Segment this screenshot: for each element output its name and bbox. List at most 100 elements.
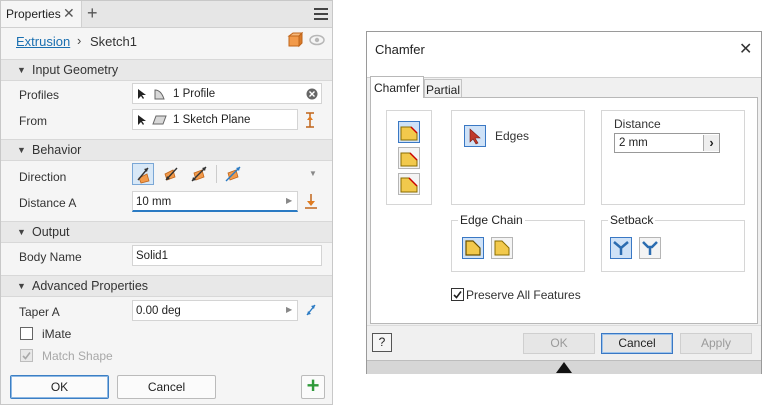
tab-chamfer[interactable]: Chamfer (370, 76, 424, 98)
distance-input[interactable]: 2 mm › (614, 133, 720, 153)
chamfer-distance-icon (400, 126, 418, 141)
taper-flip-icon[interactable] (304, 302, 318, 318)
distance-a-label: Distance A (19, 196, 77, 210)
direction-asymmetric-icon[interactable] (223, 164, 243, 184)
properties-panel: Properties ✕ + Extrusion › Sketch1 ▼ Inp… (0, 0, 333, 405)
taper-a-value: 0.00 deg (136, 305, 181, 317)
close-icon[interactable]: ✕ (63, 5, 75, 22)
body-name-input[interactable]: Solid1 (132, 245, 322, 266)
distance-a-input[interactable]: 10 mm ▶ (132, 191, 298, 212)
edges-select-button[interactable] (464, 125, 486, 147)
chevron-right-icon[interactable]: ▶ (286, 305, 292, 314)
menu-icon[interactable] (314, 8, 328, 20)
preserve-all-features-checkbox[interactable] (451, 288, 464, 301)
setback-vertex-button[interactable] (610, 237, 632, 259)
taper-a-label: Taper A (19, 305, 60, 319)
cursor-icon (138, 89, 146, 99)
distance-arrow-button[interactable]: › (703, 135, 719, 151)
divider (216, 165, 217, 183)
collapse-arrow-icon: ▼ (17, 281, 26, 291)
dialog-title: Chamfer (375, 42, 425, 57)
help-button[interactable]: ? (372, 333, 392, 352)
dialog-footer: ? OK Cancel Apply (367, 325, 761, 361)
section-behavior[interactable]: ▼ Behavior (1, 139, 332, 161)
distance-a-value: 10 mm (136, 196, 172, 208)
setback-flat-icon (642, 241, 658, 255)
chamfer-tab-page: Edges Distance 2 mm › Edge Chain Setback (370, 97, 758, 324)
match-shape-checkbox[interactable] (20, 349, 33, 362)
method-distance-angle-button[interactable] (398, 147, 420, 169)
clear-icon[interactable] (306, 88, 318, 100)
section-title: Input Geometry (32, 63, 119, 77)
from-selector[interactable]: 1 Sketch Plane (132, 109, 298, 130)
direction-default-icon (137, 167, 150, 184)
direction-flipped-icon[interactable] (161, 164, 181, 184)
setback-vertex-icon (613, 241, 629, 255)
chamfer-two-distances-icon (400, 177, 418, 193)
method-distance-button[interactable] (398, 121, 420, 143)
cancel-button[interactable]: Cancel (117, 375, 216, 399)
direction-default-button[interactable] (132, 163, 154, 185)
body-name-value: Solid1 (136, 250, 168, 262)
dialog-ok-button[interactable]: OK (523, 333, 595, 354)
profiles-value: 1 Profile (173, 88, 216, 100)
profiles-selector[interactable]: 1 Profile (132, 83, 322, 104)
dialog-cancel-button[interactable]: Cancel (601, 333, 673, 354)
section-output[interactable]: ▼ Output (1, 221, 332, 243)
breadcrumb-sketch[interactable]: Sketch1 (90, 34, 137, 49)
checkmark-icon (22, 352, 31, 360)
edge-chain-single-button[interactable] (491, 237, 513, 259)
sketch-plane-icon (152, 115, 167, 125)
edges-group: Edges (451, 110, 585, 205)
direction-symmetric-icon[interactable] (189, 164, 209, 184)
tab-properties[interactable]: Properties ✕ (1, 1, 82, 27)
collapse-arrow-icon: ▼ (17, 65, 26, 75)
close-icon[interactable]: ✕ (739, 39, 752, 59)
tab-properties-label: Properties (6, 7, 61, 21)
edge-chain-all-icon (465, 240, 481, 256)
distance-label: Distance (614, 117, 661, 131)
setback-flat-button[interactable] (639, 237, 661, 259)
taper-a-input[interactable]: 0.00 deg ▶ (132, 300, 298, 321)
dialog-expand-bar[interactable] (367, 360, 761, 374)
dialog-apply-button[interactable]: Apply (680, 333, 752, 354)
checkmark-icon (453, 291, 462, 299)
setback-group: Setback (601, 213, 745, 272)
chevron-down-icon[interactable]: ▼ (309, 169, 317, 178)
tab-partial-label: Partial (425, 83, 460, 97)
imate-checkbox[interactable] (20, 327, 33, 340)
tab-partial[interactable]: Partial (424, 79, 462, 99)
add-apply-button[interactable]: + (301, 375, 325, 399)
cursor-icon (138, 115, 146, 125)
from-label: From (19, 114, 47, 128)
collapse-arrow-icon: ▼ (17, 227, 26, 237)
distance-group: Distance 2 mm › (601, 110, 745, 205)
chamfer-dialog: Chamfer ✕ Chamfer Partial Edges Distance… (366, 31, 762, 374)
tab-chamfer-label: Chamfer (373, 81, 420, 95)
edge-chain-group: Edge Chain (451, 213, 585, 272)
extrusion-feature-icon[interactable] (287, 32, 303, 48)
expand-triangle-icon[interactable] (556, 362, 572, 373)
eye-icon[interactable] (309, 33, 325, 47)
body-name-label: Body Name (19, 250, 82, 264)
imate-label: iMate (42, 327, 72, 341)
collapse-arrow-icon: ▼ (17, 145, 26, 155)
select-arrow-icon (469, 128, 481, 145)
profile-icon (154, 89, 165, 100)
chevron-right-icon[interactable]: ▶ (286, 196, 292, 205)
section-input-geometry[interactable]: ▼ Input Geometry (1, 59, 332, 81)
chamfer-distance-angle-icon (400, 152, 418, 167)
edge-chain-single-icon (494, 240, 510, 256)
from-extents-icon[interactable] (304, 112, 316, 128)
section-title: Output (32, 225, 70, 239)
ok-button[interactable]: OK (10, 375, 109, 399)
edge-chain-all-button[interactable] (462, 237, 484, 259)
section-advanced-properties[interactable]: ▼ Advanced Properties (1, 275, 332, 297)
distance-flip-icon[interactable] (304, 193, 318, 209)
match-shape-label: Match Shape (42, 349, 113, 363)
preserve-all-features-label: Preserve All Features (466, 288, 581, 302)
profiles-label: Profiles (19, 88, 60, 102)
method-two-distances-button[interactable] (398, 173, 420, 195)
breadcrumb-extrusion-link[interactable]: Extrusion (16, 34, 70, 49)
add-tab-icon[interactable]: + (87, 3, 98, 24)
